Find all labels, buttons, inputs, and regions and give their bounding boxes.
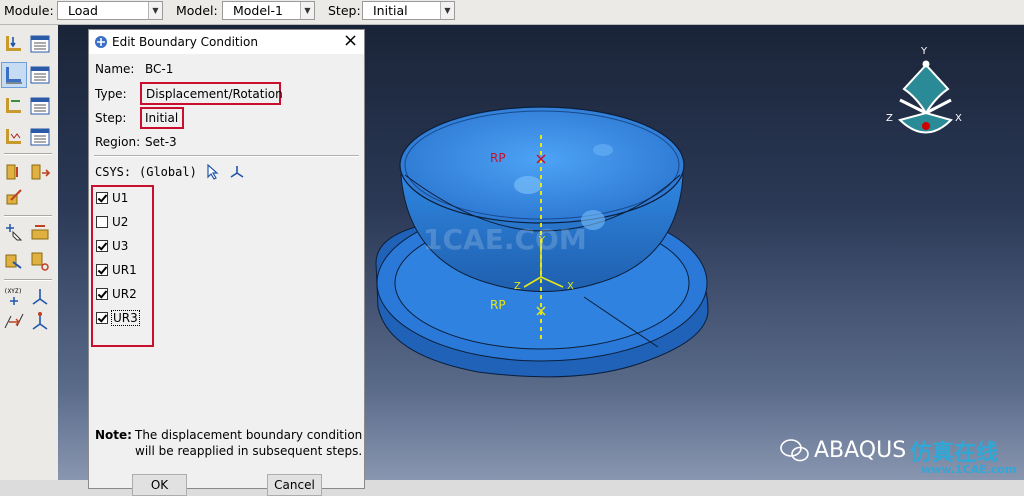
type-label: Type: xyxy=(95,87,127,101)
step-value: Initial xyxy=(145,111,179,125)
view-orientation-triad xyxy=(898,60,953,134)
datum-axis-icon[interactable] xyxy=(29,285,51,307)
triad-y-label: Y xyxy=(921,46,928,57)
region-value: Set-3 xyxy=(145,135,177,149)
u1-label: U1 xyxy=(112,191,129,205)
step-value: Initial xyxy=(373,3,408,18)
name-label: Name: xyxy=(95,62,135,76)
module-toolbox: (XYZ) xyxy=(0,25,59,480)
type-value: Displacement/Rotation xyxy=(146,87,283,101)
model-label: Model: xyxy=(176,3,218,18)
create-constraint-icon[interactable] xyxy=(3,250,25,272)
module-label: Module: xyxy=(4,3,54,18)
edit-boundary-condition-dialog: Edit Boundary Condition × Name: BC-1 Typ… xyxy=(88,29,365,496)
create-datum-plane-icon[interactable] xyxy=(3,310,25,332)
axis-z-label: Z xyxy=(514,281,521,292)
create-amplitude-alt-icon[interactable] xyxy=(29,161,51,183)
model-combo[interactable]: Model-1 ▼ xyxy=(222,1,315,20)
rp-bottom-label: RP xyxy=(490,298,506,312)
u2-label: U2 xyxy=(112,215,129,229)
triad-x-label: X xyxy=(955,113,962,124)
dialog-titlebar[interactable]: Edit Boundary Condition × xyxy=(89,30,364,54)
create-datum-csys-icon[interactable]: (XYZ) xyxy=(3,285,25,307)
ok-button[interactable]: OK xyxy=(132,474,187,496)
watermark-url: www.1CAE.com xyxy=(921,463,1017,476)
name-value: BC-1 xyxy=(145,62,174,76)
select-csys-icon[interactable] xyxy=(206,164,220,180)
svg-text:(XYZ): (XYZ) xyxy=(4,288,22,295)
triad-z-label: Z xyxy=(886,113,893,124)
edit-special-icon[interactable] xyxy=(3,186,25,208)
bc-manager-icon[interactable] xyxy=(29,64,51,86)
u2-checkbox[interactable] xyxy=(96,216,108,228)
step-combo[interactable]: Initial ▼ xyxy=(362,1,455,20)
chevron-down-icon[interactable]: ▼ xyxy=(300,2,314,19)
create-amplitude-icon[interactable] xyxy=(3,161,25,183)
step-label: Step: xyxy=(95,111,127,125)
toolbox-divider xyxy=(4,279,52,281)
abaqus-app-icon xyxy=(95,36,107,48)
model-value: Model-1 xyxy=(233,3,283,18)
module-combo[interactable]: Load ▼ xyxy=(57,1,163,20)
note-label: Note: xyxy=(95,428,132,442)
ur3-checkbox[interactable] xyxy=(96,312,108,324)
query-point-icon[interactable] xyxy=(3,222,25,244)
ur3-label: UR3 xyxy=(111,310,140,326)
watermark-center: 1CAE.COM xyxy=(423,223,587,256)
create-connector-icon[interactable] xyxy=(29,222,51,244)
ur1-label: UR1 xyxy=(112,263,137,277)
axis-x-label: X xyxy=(567,281,574,292)
ur2-checkbox[interactable] xyxy=(96,288,108,300)
create-csys-icon[interactable] xyxy=(229,164,245,180)
toolbox-divider xyxy=(4,215,52,217)
dialog-title: Edit Boundary Condition xyxy=(112,35,258,49)
rp-top-label: RP xyxy=(490,151,506,165)
step-label: Step: xyxy=(328,3,361,18)
dialog-divider xyxy=(94,155,359,157)
u3-label: U3 xyxy=(112,239,129,253)
load-manager-icon[interactable] xyxy=(29,33,51,55)
u1-checkbox[interactable] xyxy=(96,192,108,204)
ur2-label: UR2 xyxy=(112,287,137,301)
create-bc-icon[interactable] xyxy=(3,64,25,86)
chevron-down-icon[interactable]: ▼ xyxy=(440,2,454,19)
note-line-2: will be reapplied in subsequent steps. xyxy=(135,444,363,458)
note-line-1: The displacement boundary condition xyxy=(135,428,363,442)
module-value: Load xyxy=(68,3,98,18)
create-load-icon[interactable] xyxy=(3,33,25,55)
watermark-brand: ABAQUS xyxy=(814,438,907,463)
field-manager-icon[interactable] xyxy=(29,95,51,117)
context-bar: Module: Load ▼ Model: Model-1 ▼ Step: In… xyxy=(0,0,1024,25)
create-load-case-icon[interactable] xyxy=(3,126,25,148)
chevron-down-icon[interactable]: ▼ xyxy=(148,2,162,19)
cancel-button[interactable]: Cancel xyxy=(267,474,322,496)
csys-value: (Global) xyxy=(139,165,197,179)
create-tie-icon[interactable] xyxy=(29,250,51,272)
orient-csys-icon[interactable] xyxy=(29,310,51,332)
wechat-icon xyxy=(780,439,809,462)
create-predefined-field-icon[interactable] xyxy=(3,95,25,117)
toolbox-divider xyxy=(4,153,52,155)
close-icon[interactable]: × xyxy=(343,30,358,51)
u3-checkbox[interactable] xyxy=(96,240,108,252)
ur1-checkbox[interactable] xyxy=(96,264,108,276)
csys-label: CSYS: xyxy=(95,165,132,179)
load-case-manager-icon[interactable] xyxy=(29,126,51,148)
region-label: Region: xyxy=(95,135,141,149)
